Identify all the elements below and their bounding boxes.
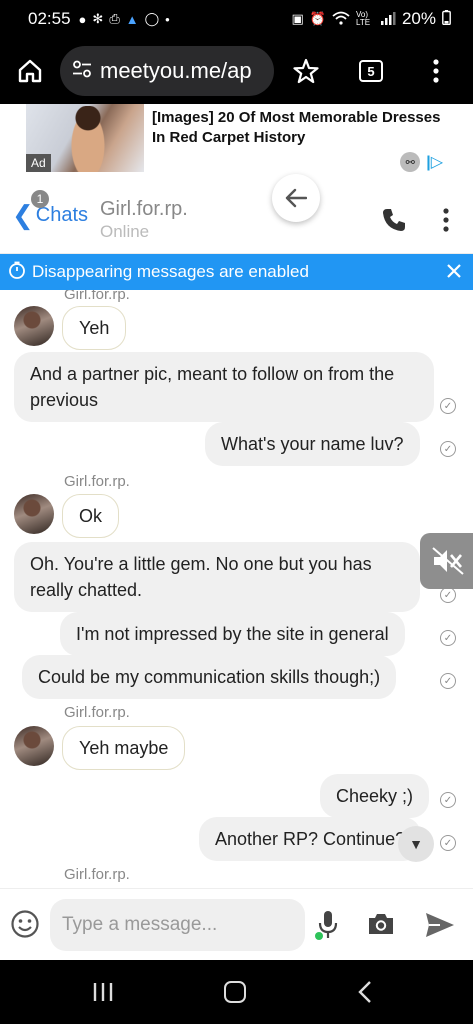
address-bar[interactable]: meetyou.me/ap (60, 46, 274, 96)
alarm-icon: ⏰ (309, 11, 326, 26)
emoji-button[interactable] (10, 909, 40, 939)
tab-count: 5 (359, 60, 383, 82)
timer-icon (8, 261, 26, 284)
avatar[interactable] (14, 494, 54, 534)
camera-icon (369, 914, 393, 934)
site-settings-icon[interactable] (72, 58, 92, 84)
chat-header: ❮ Chats 1 Girl.for.rp. Online (0, 174, 473, 254)
volume-mute-icon (432, 547, 464, 575)
back-to-chats-button[interactable]: ❮ Chats (12, 202, 88, 228)
read-receipt-icon: ✓ (440, 792, 456, 808)
close-banner-button[interactable] (447, 262, 461, 282)
signal-icon (380, 11, 396, 28)
more-vertical-icon (433, 59, 439, 83)
settings-icon: ✻ (92, 11, 104, 26)
emoji-icon (11, 910, 39, 938)
compose-bar (0, 888, 473, 960)
chat-more-button[interactable] (432, 204, 460, 236)
message-bubble-incoming[interactable]: Yeh (62, 306, 127, 350)
sender-label: Girl.for.rp. (64, 473, 130, 490)
read-receipt-icon: ✓ (440, 630, 456, 646)
message-bubble-outgoing[interactable]: I'm not impressed by the site in general (60, 612, 405, 656)
camera-button[interactable] (366, 911, 396, 939)
scroll-down-button[interactable]: ▼ (398, 826, 434, 862)
message-bubble-outgoing[interactable]: What's your name luv? (205, 422, 420, 466)
lock-icon: ▣ (291, 11, 304, 26)
ad-banner[interactable]: Ad [Images] 20 Of Most Memorable Dresses… (0, 104, 473, 178)
chevron-left-icon: ❮ (12, 200, 34, 230)
status-time: 02:55 (28, 9, 71, 28)
url-text: meetyou.me/ap (100, 58, 252, 83)
sender-label: Girl.for.rp. (64, 866, 130, 883)
battery-level: 20% (401, 9, 436, 28)
read-receipt-icon: ✓ (440, 587, 456, 603)
ad-image-figure (68, 106, 108, 172)
message-bubble-outgoing[interactable]: Could be my communication skills though;… (22, 655, 397, 699)
ring-icon: ◯ (144, 11, 160, 26)
network-type: Vo) LTE (355, 10, 371, 27)
printer-icon: ⎙ (109, 11, 120, 26)
battery-icon (442, 10, 451, 28)
voice-message-button[interactable] (314, 909, 342, 941)
close-icon (447, 264, 461, 278)
contact-name[interactable]: Girl.for.rp. (100, 198, 188, 221)
system-icons: ▣ ⏰ Vo) LTE 20% (291, 9, 451, 29)
browser-menu-button[interactable] (404, 38, 468, 104)
message-bubble-outgoing[interactable]: Cheeky ;) (320, 774, 430, 818)
dot-icon: • (165, 11, 170, 27)
microphone-icon (315, 911, 338, 940)
call-button[interactable] (378, 204, 410, 236)
sender-label: Girl.for.rp. (64, 290, 130, 303)
recent-apps-icon (93, 983, 113, 1001)
contact-status: Online (100, 222, 150, 241)
send-button[interactable] (424, 911, 456, 939)
chevron-down-icon: ▼ (409, 836, 423, 852)
avatar[interactable] (14, 306, 54, 346)
home-button[interactable] (224, 981, 246, 1003)
status-bar: 02:55 ● ✻ ⎙ ▲ ◯ • ▣ ⏰ Vo) LTE 20% (0, 0, 473, 38)
message-bubble-incoming[interactable]: And a partner pic, meant to follow on fr… (14, 352, 434, 422)
star-icon (293, 58, 319, 84)
send-icon (426, 913, 454, 937)
ad-title[interactable]: [Images] 20 Of Most Memorable Dresses In… (152, 108, 452, 148)
floating-back-button[interactable] (272, 174, 320, 222)
home-icon (18, 59, 42, 83)
cake-icon: ▲ (125, 11, 139, 27)
notification-icons: ● ✻ ⎙ ▲ ◯ • (79, 11, 170, 27)
message-bubble-incoming[interactable]: Ok (62, 494, 120, 538)
more-vertical-icon (443, 208, 449, 232)
message-input[interactable] (50, 899, 305, 951)
adchoices-icon[interactable]: |▷ (426, 152, 443, 172)
disappearing-messages-banner: Disappearing messages are enabled (0, 254, 473, 290)
system-back-button[interactable] (358, 980, 372, 1009)
wifi-icon (332, 11, 350, 28)
unread-badge: 1 (31, 190, 49, 208)
banner-text: Disappearing messages are enabled (32, 262, 309, 281)
message-bubble-outgoing[interactable]: Another RP? Continue? (199, 817, 422, 861)
ad-choices[interactable]: ⚯ |▷ (400, 152, 443, 172)
message-list[interactable]: Girl.for.rp. Yeh And a partner pic, mean… (0, 290, 473, 888)
bookmark-button[interactable] (274, 38, 338, 104)
sender-label: Girl.for.rp. (64, 704, 130, 721)
read-receipt-icon: ✓ (440, 835, 456, 851)
system-navigation-bar (0, 960, 473, 1024)
read-receipt-icon: ✓ (440, 441, 456, 457)
glasses-icon: ⚯ (400, 152, 421, 172)
avatar[interactable] (14, 726, 54, 766)
phone-icon (383, 209, 405, 231)
read-receipt-icon: ✓ (440, 673, 456, 689)
recent-apps-button[interactable] (92, 982, 114, 1007)
tab-switcher-button[interactable]: 5 (338, 38, 404, 104)
arrow-left-icon (285, 188, 307, 208)
message-bubble-incoming[interactable]: Yeh maybe (62, 726, 186, 770)
chevron-left-icon (358, 981, 371, 1003)
browser-toolbar: meetyou.me/ap 5 (0, 38, 473, 104)
browser-home-button[interactable] (0, 38, 60, 104)
ad-tag: Ad (26, 154, 51, 172)
ad-image[interactable]: Ad (26, 104, 144, 172)
read-receipt-icon: ✓ (440, 398, 456, 414)
message-bubble-incoming[interactable]: Oh. You're a little gem. No one but you … (14, 542, 420, 612)
chat-bubble-icon: ● (78, 11, 87, 27)
mute-media-button[interactable] (420, 533, 473, 589)
